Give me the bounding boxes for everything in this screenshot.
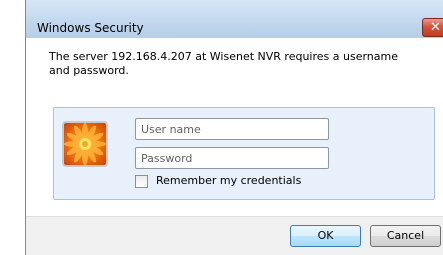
cancel-button[interactable]: Cancel (370, 225, 441, 247)
remember-credentials-checkbox[interactable] (135, 175, 148, 188)
window-title: Windows Security (37, 21, 144, 35)
title-bar[interactable]: Windows Security ✕ (26, 0, 443, 38)
server-message: The server 192.168.4.207 at Wisenet NVR … (49, 50, 398, 77)
button-bar: OK Cancel (26, 216, 443, 255)
windows-security-dialog: Windows Security ✕ The server 192.168.4.… (25, 0, 443, 255)
password-input[interactable] (135, 147, 329, 169)
ok-button[interactable]: OK (290, 225, 361, 247)
dialog-content: The server 192.168.4.207 at Wisenet NVR … (26, 38, 443, 216)
username-input[interactable] (135, 118, 329, 140)
close-icon: ✕ (430, 20, 441, 35)
credential-panel: Remember my credentials (53, 107, 435, 200)
user-flower-avatar-icon (62, 121, 108, 167)
close-button[interactable]: ✕ (422, 18, 443, 37)
remember-credentials-label[interactable]: Remember my credentials (156, 174, 301, 188)
